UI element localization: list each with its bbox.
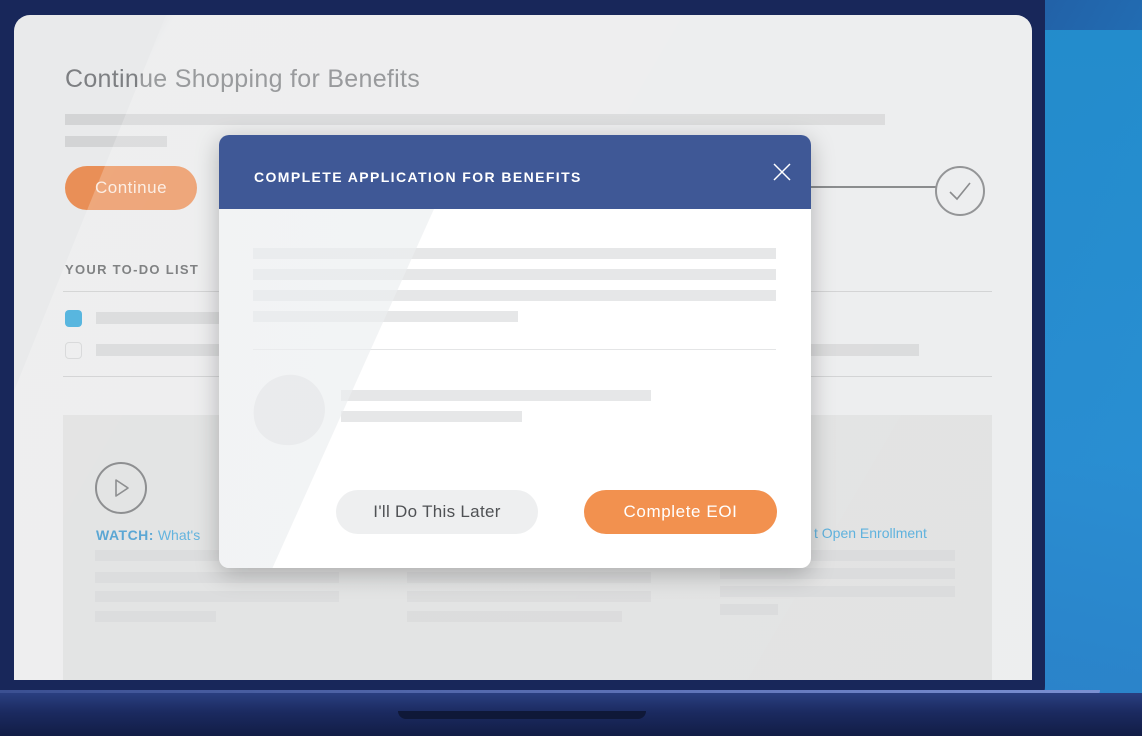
modal-text-placeholder — [253, 311, 518, 322]
avatar — [246, 368, 332, 452]
todo-checkbox[interactable] — [65, 342, 82, 359]
watch-video-link[interactable]: WATCH: What's — [96, 527, 200, 543]
article-placeholder — [720, 586, 955, 597]
article-placeholder — [407, 591, 651, 602]
article-placeholder — [95, 611, 216, 622]
todo-heading: YOUR TO-DO LIST — [65, 262, 200, 277]
description-placeholder — [65, 136, 167, 147]
close-icon — [773, 163, 791, 181]
modal-text-placeholder — [341, 390, 651, 401]
description-placeholder — [65, 114, 885, 125]
modal-header: COMPLETE APPLICATION FOR BENEFITS — [219, 135, 811, 209]
progress-step-complete — [935, 166, 985, 216]
page-title: Continue Shopping for Benefits — [65, 65, 421, 93]
article-placeholder — [407, 572, 651, 583]
modal-close-button[interactable] — [771, 161, 793, 183]
modal-divider — [253, 349, 776, 350]
article-placeholder — [95, 591, 339, 602]
play-button[interactable] — [95, 462, 147, 514]
app-screen: Continue Shopping for Benefits Continue … — [14, 15, 1032, 680]
article-placeholder — [720, 604, 778, 615]
eoi-modal: COMPLETE APPLICATION FOR BENEFITS I'll D… — [219, 135, 811, 568]
todo-item-placeholder — [96, 344, 226, 356]
modal-text-placeholder — [253, 248, 776, 259]
progress-line — [804, 186, 936, 188]
todo-checkbox-checked[interactable] — [65, 310, 82, 327]
laptop-notch — [398, 711, 646, 719]
modal-text-placeholder — [253, 269, 776, 280]
modal-text-placeholder — [341, 411, 522, 422]
do-this-later-button[interactable]: I'll Do This Later — [336, 490, 538, 534]
article-placeholder — [407, 611, 622, 622]
todo-item-placeholder — [96, 312, 226, 324]
modal-title: COMPLETE APPLICATION FOR BENEFITS — [254, 169, 582, 185]
watch-title: What's — [157, 527, 201, 543]
continue-button[interactable]: Continue — [65, 166, 197, 210]
open-enrollment-link[interactable]: t Open Enrollment — [814, 525, 927, 541]
complete-eoi-button[interactable]: Complete EOI — [584, 490, 777, 534]
todo-item-placeholder — [804, 344, 919, 356]
check-icon — [949, 182, 971, 201]
modal-text-placeholder — [253, 290, 776, 301]
article-placeholder — [720, 568, 955, 579]
article-placeholder — [95, 572, 339, 583]
watch-prefix: WATCH: — [96, 527, 154, 543]
play-icon — [115, 479, 129, 497]
